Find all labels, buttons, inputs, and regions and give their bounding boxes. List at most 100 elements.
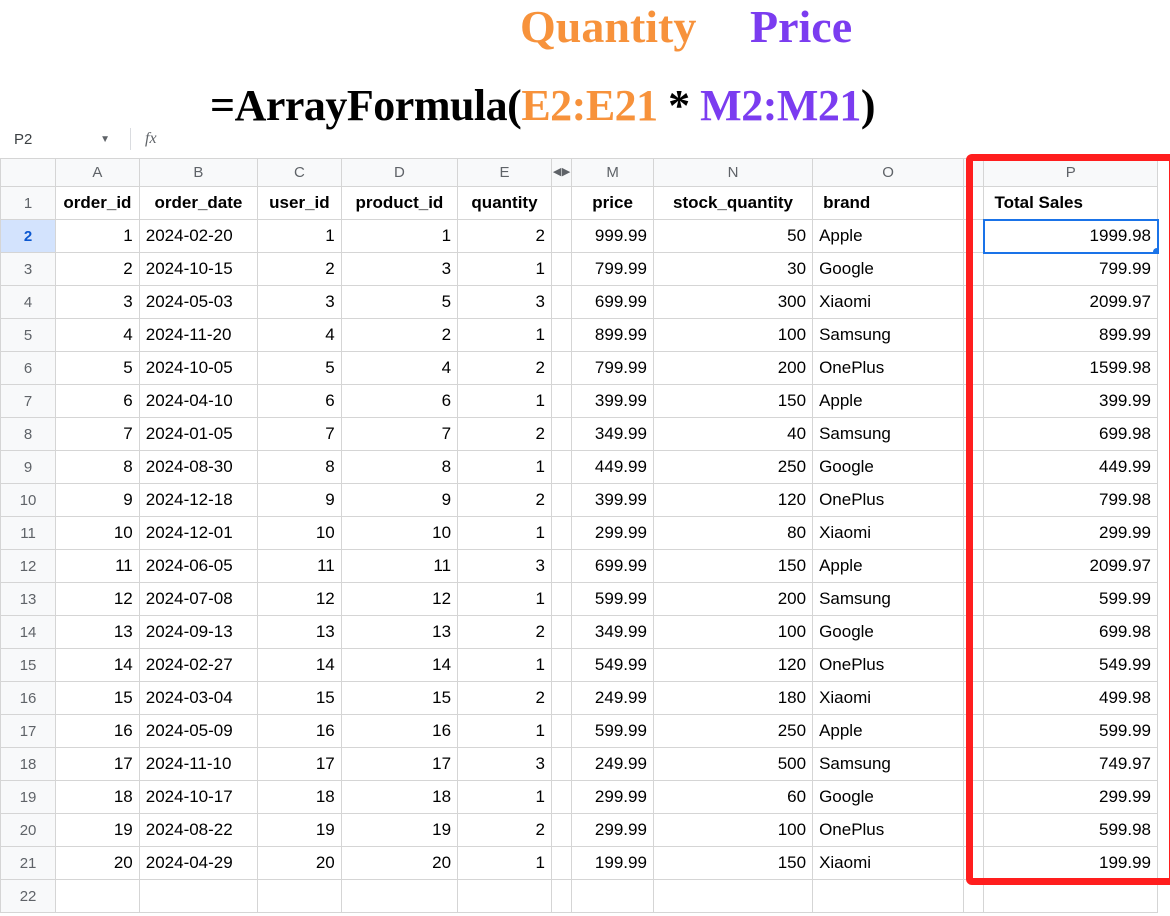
cell[interactable]: 299.99 <box>572 517 654 550</box>
cell[interactable]: 4 <box>258 319 342 352</box>
row-header[interactable]: 20 <box>1 814 56 847</box>
cell[interactable]: 5 <box>258 352 342 385</box>
cell[interactable]: 2024-10-05 <box>139 352 257 385</box>
cell[interactable]: 2024-05-03 <box>139 286 257 319</box>
cell[interactable]: 2 <box>458 220 552 253</box>
cell[interactable]: 599.99 <box>984 715 1158 748</box>
cell[interactable]: 2 <box>258 253 342 286</box>
spreadsheet-grid[interactable]: A B C D E ◀▶ M N O P 1 order_id order_da… <box>0 158 1170 913</box>
cell[interactable]: 299.99 <box>572 814 654 847</box>
cell[interactable]: 2099.97 <box>984 550 1158 583</box>
cell[interactable]: 1 <box>341 220 457 253</box>
cell[interactable]: 2024-12-18 <box>139 484 257 517</box>
table-row[interactable]: 762024-04-10661399.99150Apple399.99 <box>1 385 1158 418</box>
cell[interactable]: 12 <box>56 583 140 616</box>
table-row[interactable]: 322024-10-15231799.9930Google799.99 <box>1 253 1158 286</box>
cell[interactable]: 449.99 <box>572 451 654 484</box>
cell[interactable]: 3 <box>341 253 457 286</box>
cell[interactable]: 2024-06-05 <box>139 550 257 583</box>
cell[interactable]: 17 <box>258 748 342 781</box>
expand-left-icon[interactable]: ◀ <box>553 159 561 185</box>
cell[interactable]: 699.99 <box>572 550 654 583</box>
cell[interactable] <box>653 880 812 913</box>
cell[interactable]: order_id <box>56 187 140 220</box>
cell[interactable]: 3 <box>458 286 552 319</box>
cell[interactable]: 3 <box>258 286 342 319</box>
cell[interactable]: 2 <box>458 484 552 517</box>
cell[interactable]: 699.98 <box>984 418 1158 451</box>
table-header-row[interactable]: 1 order_id order_date user_id product_id… <box>1 187 1158 220</box>
fx-icon[interactable]: fx <box>130 128 157 150</box>
table-row[interactable]: 15142024-02-2714141549.99120OnePlus549.9… <box>1 649 1158 682</box>
row-header[interactable]: 8 <box>1 418 56 451</box>
cell[interactable]: 10 <box>341 517 457 550</box>
cell[interactable]: 16 <box>258 715 342 748</box>
cell[interactable]: 199.99 <box>984 847 1158 880</box>
cell[interactable]: 10 <box>56 517 140 550</box>
cell[interactable]: Xiaomi <box>813 682 964 715</box>
cell[interactable]: 2 <box>458 352 552 385</box>
cell[interactable]: Samsung <box>813 319 964 352</box>
table-row[interactable]: 17162024-05-0916161599.99250Apple599.99 <box>1 715 1158 748</box>
cell[interactable]: OnePlus <box>813 814 964 847</box>
row-header[interactable]: 3 <box>1 253 56 286</box>
cell[interactable]: 14 <box>258 649 342 682</box>
cell[interactable]: 12 <box>258 583 342 616</box>
cell[interactable]: 16 <box>56 715 140 748</box>
cell[interactable] <box>813 880 964 913</box>
cell[interactable]: Google <box>813 616 964 649</box>
cell[interactable]: 80 <box>653 517 812 550</box>
cell[interactable]: Xiaomi <box>813 847 964 880</box>
row-header[interactable]: 11 <box>1 517 56 550</box>
table-row[interactable]: 20192024-08-2219192299.99100OnePlus599.9… <box>1 814 1158 847</box>
cell[interactable] <box>258 880 342 913</box>
cell[interactable]: Samsung <box>813 748 964 781</box>
cell[interactable]: order_date <box>139 187 257 220</box>
row-header[interactable]: 5 <box>1 319 56 352</box>
col-header-O[interactable]: O <box>813 159 964 187</box>
cell[interactable]: 40 <box>653 418 812 451</box>
cell[interactable]: 100 <box>653 616 812 649</box>
cell[interactable]: 18 <box>341 781 457 814</box>
row-header[interactable]: 1 <box>1 187 56 220</box>
cell[interactable]: 12 <box>341 583 457 616</box>
cell[interactable]: 17 <box>56 748 140 781</box>
cell[interactable]: 399.99 <box>984 385 1158 418</box>
table-row[interactable]: 872024-01-05772349.9940Samsung699.98 <box>1 418 1158 451</box>
cell[interactable]: 100 <box>653 814 812 847</box>
cell[interactable] <box>341 880 457 913</box>
cell[interactable]: 20 <box>56 847 140 880</box>
cell[interactable]: 2099.97 <box>984 286 1158 319</box>
cell[interactable] <box>139 880 257 913</box>
cell[interactable]: 2024-07-08 <box>139 583 257 616</box>
cell[interactable]: 2 <box>56 253 140 286</box>
row-header[interactable]: 12 <box>1 550 56 583</box>
cell[interactable]: 3 <box>458 748 552 781</box>
cell[interactable]: 2024-04-10 <box>139 385 257 418</box>
cell[interactable]: 8 <box>258 451 342 484</box>
cell[interactable]: 15 <box>56 682 140 715</box>
cell[interactable]: 2024-04-29 <box>139 847 257 880</box>
row-header[interactable]: 4 <box>1 286 56 319</box>
cell[interactable]: 2024-02-20 <box>139 220 257 253</box>
row-header[interactable]: 7 <box>1 385 56 418</box>
cell[interactable]: 6 <box>56 385 140 418</box>
cell[interactable]: 899.99 <box>572 319 654 352</box>
cell[interactable]: 1 <box>458 319 552 352</box>
cell[interactable]: 5 <box>56 352 140 385</box>
cell[interactable]: 2 <box>458 682 552 715</box>
row-header[interactable]: 15 <box>1 649 56 682</box>
cell[interactable]: 249.99 <box>572 682 654 715</box>
cell[interactable]: Samsung <box>813 583 964 616</box>
cell[interactable]: Google <box>813 781 964 814</box>
cell[interactable]: 699.99 <box>572 286 654 319</box>
row-header[interactable]: 10 <box>1 484 56 517</box>
cell[interactable]: 1 <box>458 649 552 682</box>
cell[interactable]: 799.99 <box>984 253 1158 286</box>
cell[interactable]: 2024-09-13 <box>139 616 257 649</box>
cell[interactable]: OnePlus <box>813 649 964 682</box>
cell[interactable]: 2024-11-20 <box>139 319 257 352</box>
cell[interactable] <box>572 880 654 913</box>
cell[interactable]: 9 <box>56 484 140 517</box>
cell[interactable]: 7 <box>56 418 140 451</box>
